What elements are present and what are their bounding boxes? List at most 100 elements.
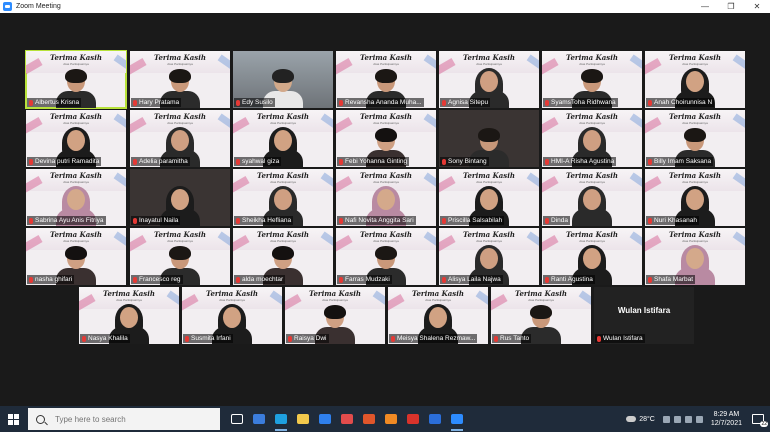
taskbar-app[interactable]: [226, 406, 248, 432]
participant-name: HMI-A Risha Agustina: [543, 157, 617, 166]
taskbar-app[interactable]: [292, 406, 314, 432]
firefox-icon: [385, 414, 397, 424]
background-subtitle: Atas Partisipasinya: [116, 298, 142, 302]
background-title: Terima Kasih: [103, 289, 155, 298]
taskbar-app[interactable]: [336, 406, 358, 432]
face-shape: [686, 248, 704, 269]
participant-name: Anah Choirunnisa N: [646, 98, 715, 107]
participant-tile[interactable]: Terima Kasih Atas Partisipasinya Nafi Novi…: [336, 169, 436, 226]
notification-button[interactable]: 22: [750, 411, 768, 427]
face-shape: [480, 189, 498, 210]
participant-tile[interactable]: Wulan Istifara Wulan Istifara: [594, 287, 694, 344]
search-input[interactable]: [53, 413, 217, 425]
participant-name-text: Febi Yohanna Ginting: [345, 158, 408, 165]
participant-tile[interactable]: Terima Kasih Atas Partisipasinya Nasya Kha…: [79, 287, 179, 344]
maximize-button[interactable]: ❐: [718, 0, 744, 13]
participant-tile[interactable]: Terima Kasih Atas Partisipasinya syahwal g…: [233, 110, 333, 167]
taskbar-app[interactable]: [380, 406, 402, 432]
participant-tile[interactable]: Terima Kasih Atas Partisipasinya Nuri Khas…: [645, 169, 745, 226]
taskbar-app[interactable]: [270, 406, 292, 432]
participant-tile[interactable]: Terima Kasih Atas Partisipasinya nasha ghi…: [26, 228, 126, 285]
participant-name-text: Priscilla Salsabilah: [448, 217, 503, 224]
participant-tile[interactable]: Terima Kasih Atas Partisipasinya Albertus …: [25, 50, 127, 109]
taskbar-app[interactable]: [314, 406, 336, 432]
participant-tile[interactable]: Terima Kasih Atas Partisipasinya Agnisa Si…: [439, 51, 539, 108]
participant-tile[interactable]: Terima Kasih Atas Partisipasinya Priscilla…: [439, 169, 539, 226]
participant-name: Revansha Ananda Muha...: [337, 98, 424, 107]
participant-name-text: Farras Mudzaki: [345, 276, 390, 283]
participant-name: Priscilla Salsabilah: [440, 216, 505, 225]
participant-tile[interactable]: Terima Kasih Atas Partisipasinya Hary Prat…: [130, 51, 230, 108]
participant-tile[interactable]: Sony Bintang: [439, 110, 539, 167]
participant-tile[interactable]: Terima Kasih Atas Partisipasinya Raisya Dw…: [285, 287, 385, 344]
clock[interactable]: 8:29 AM 12/7/2021: [711, 410, 742, 428]
participant-name-text: Francesco reg: [139, 276, 181, 283]
participant-tile[interactable]: Terima Kasih Atas Partisipasinya Francesco…: [130, 228, 230, 285]
hair-shape: [375, 246, 397, 260]
taskbar-app[interactable]: [358, 406, 380, 432]
background-subtitle: Atas Partisipasinya: [682, 180, 708, 184]
face-shape: [223, 307, 241, 328]
participant-tile[interactable]: Edy Susilo: [233, 51, 333, 108]
participant-tile[interactable]: Inayatul Naila: [130, 169, 230, 226]
participant-tile[interactable]: Terima Kasih Atas Partisipasinya Alisya La…: [439, 228, 539, 285]
participant-tile[interactable]: Terima Kasih Atas Partisipasinya Adelia pa…: [130, 110, 230, 167]
weather-widget[interactable]: 28°C: [626, 416, 655, 423]
face-shape: [67, 130, 85, 151]
taskbar-app[interactable]: [248, 406, 270, 432]
participant-name-text: Shafa Marbat: [654, 276, 694, 283]
participant-tile[interactable]: Terima Kasih Atas Partisipasinya Rus Tanto: [491, 287, 591, 344]
participant-name: Sony Bintang: [440, 157, 489, 166]
face-shape: [583, 130, 601, 151]
participant-tile[interactable]: Terima Kasih Atas Partisipasinya Sheikha H…: [233, 169, 333, 226]
participant-tile[interactable]: Terima Kasih Atas Partisipasinya SyamsToha…: [542, 51, 642, 108]
participant-name-text: Sony Bintang: [448, 158, 487, 165]
participant-tile[interactable]: Terima Kasih Atas Partisipasinya Revansha …: [336, 51, 436, 108]
network-icon[interactable]: [673, 415, 681, 423]
participant-tile[interactable]: Terima Kasih Atas Partisipasinya Billy Ima…: [645, 110, 745, 167]
hair-shape: [272, 246, 294, 260]
participant-tile[interactable]: Terima Kasih Atas Partisipasinya Shafa Mar…: [645, 228, 745, 285]
participant-tile[interactable]: Terima Kasih Atas Partisipasinya alda moec…: [233, 228, 333, 285]
background-subtitle: Atas Partisipasinya: [63, 121, 89, 125]
participant-name: Francesco reg: [131, 275, 183, 284]
participant-tile[interactable]: Terima Kasih Atas Partisipasinya Febi Yoha…: [336, 110, 436, 167]
virtual-background-card: Terima Kasih Atas Partisipasinya: [459, 54, 519, 67]
close-button[interactable]: ✕: [744, 0, 770, 13]
taskbar-app[interactable]: [402, 406, 424, 432]
minimize-button[interactable]: —: [692, 0, 718, 13]
taskbar-app[interactable]: [446, 406, 468, 432]
participant-tile[interactable]: Terima Kasih Atas Partisipasinya Sabrina A…: [26, 169, 126, 226]
virtual-background-card: Terima Kasih Atas Partisipasinya: [46, 172, 106, 185]
participant-tile[interactable]: Terima Kasih Atas Partisipasinya Anah Choi…: [645, 51, 745, 108]
mic-muted-icon: [442, 276, 446, 283]
participant-name: Alisya Laila Najwa: [440, 275, 503, 284]
taskbar-app[interactable]: [424, 406, 446, 432]
participant-name-text: Raisya Dwi: [294, 335, 327, 342]
participant-name: Inayatul Naila: [131, 216, 181, 225]
background-subtitle: Atas Partisipasinya: [476, 180, 502, 184]
participant-tile[interactable]: Terima Kasih Atas Partisipasinya Dinda: [542, 169, 642, 226]
taskbar-search[interactable]: [28, 408, 220, 430]
participant-tile[interactable]: Terima Kasih Atas Partisipasinya Meisya Sh…: [388, 287, 488, 344]
participant-tile[interactable]: Terima Kasih Atas Partisipasinya Ranti Agu…: [542, 228, 642, 285]
participant-name: Wulan Istifara: [595, 334, 645, 343]
file-explorer-icon: [297, 414, 309, 424]
virtual-background-card: Terima Kasih Atas Partisipasinya: [562, 231, 622, 244]
participant-name: Shafa Marbat: [646, 275, 696, 284]
participant-tile[interactable]: Terima Kasih Atas Partisipasinya Devina pu…: [26, 110, 126, 167]
participant-name: Meisya Shalena Rezmaw...: [389, 334, 478, 343]
keyboard-icon[interactable]: [695, 415, 703, 423]
participant-tile[interactable]: Terima Kasih Atas Partisipasinya Farras Mu…: [336, 228, 436, 285]
mic-muted-icon: [185, 335, 189, 342]
volume-icon[interactable]: [684, 415, 692, 423]
participant-tile[interactable]: Terima Kasih Atas Partisipasinya HMI-A Ris…: [542, 110, 642, 167]
start-button[interactable]: [0, 406, 26, 432]
mic-muted-icon: [339, 276, 343, 283]
participant-tile[interactable]: Terima Kasih Atas Partisipasinya Susmita I…: [182, 287, 282, 344]
participant-name: Susmita Irfani: [183, 334, 233, 343]
background-title: Terima Kasih: [463, 171, 515, 180]
background-subtitle: Atas Partisipasinya: [63, 62, 89, 66]
face-shape: [583, 189, 601, 210]
chevron-up-icon[interactable]: [662, 415, 670, 423]
